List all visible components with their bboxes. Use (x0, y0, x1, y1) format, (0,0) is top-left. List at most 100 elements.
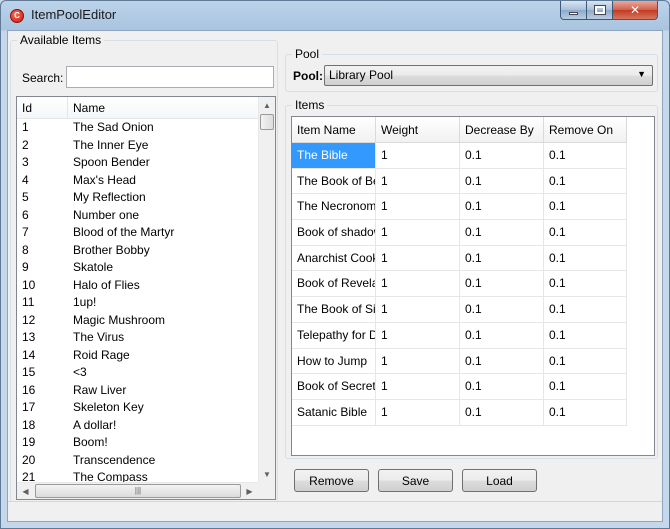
grid-cell-decrease-by[interactable]: 0.1 (460, 143, 544, 169)
minimize-button[interactable] (560, 1, 587, 20)
list-item[interactable]: 14 Roid Rage (17, 347, 259, 365)
maximize-button[interactable] (586, 1, 613, 20)
grid-cell-decrease-by[interactable]: 0.1 (460, 220, 544, 246)
grid-cell-weight[interactable]: 1 (376, 143, 460, 169)
grid-cell-weight[interactable]: 1 (376, 168, 460, 195)
table-row[interactable]: Satanic Bible 1 0.1 0.1 (292, 399, 654, 426)
list-item[interactable]: 3 Spoon Bender (17, 154, 259, 172)
column-header-id[interactable]: Id (17, 97, 68, 119)
title-bar[interactable]: C ItemPoolEditor ✕ (1, 1, 669, 30)
list-item[interactable]: 12 Magic Mushroom (17, 312, 259, 330)
grid-cell-decrease-by[interactable]: 0.1 (460, 271, 544, 298)
grid-cell-decrease-by[interactable]: 0.1 (460, 297, 544, 323)
grid-cell-weight[interactable]: 1 (376, 348, 460, 375)
grid-cell-weight[interactable]: 1 (376, 374, 460, 400)
grid-cell-remove-on[interactable]: 0.1 (544, 220, 627, 246)
horizontal-scroll-thumb[interactable]: ||| (35, 484, 241, 498)
chevron-down-icon[interactable]: ▼ (637, 67, 646, 82)
search-input[interactable] (66, 66, 274, 88)
table-row[interactable]: The Necronomicon10.10.1 (292, 194, 654, 221)
grid-cell-decrease-by[interactable]: 0.1 (460, 374, 544, 400)
grid-cell-remove-on[interactable]: 0.1 (544, 399, 627, 426)
table-row[interactable]: Telepathy for Dummies10.10.1 (292, 322, 654, 349)
table-row[interactable]: The Book of Belial10.10.1 (292, 168, 654, 195)
grid-cell-remove-on[interactable]: 0.1 (544, 143, 627, 169)
table-row[interactable]: The Book of Sin 1 0.1 0.1 (292, 297, 654, 323)
scroll-right-icon[interactable]: ▶ (241, 483, 258, 499)
list-item[interactable]: 8 Brother Bobby (17, 242, 259, 260)
grid-cell-decrease-by[interactable]: 0.1 (460, 322, 544, 349)
list-item[interactable]: 6 Number one (17, 207, 259, 225)
table-row[interactable]: Book of shadows10.10.1 (292, 220, 654, 246)
list-item[interactable]: 4 Max's Head (17, 172, 259, 190)
grid-cell-weight[interactable]: 1 (376, 245, 460, 272)
column-header-remove-on[interactable]: Remove On (544, 117, 627, 143)
grid-cell-remove-on[interactable]: 0.1 (544, 194, 627, 221)
grid-cell-item-name[interactable]: The Book of Sin (292, 297, 376, 323)
table-row[interactable]: The Bible 1 0.1 0.1 (292, 143, 654, 169)
grid-cell-remove-on[interactable]: 0.1 (544, 297, 627, 323)
grid-cell-decrease-by[interactable]: 0.1 (460, 348, 544, 375)
list-item[interactable]: 13 The Virus (17, 329, 259, 347)
grid-cell-decrease-by[interactable]: 0.1 (460, 245, 544, 272)
remove-button[interactable]: Remove (294, 469, 369, 492)
load-button[interactable]: Load (462, 469, 537, 492)
grid-cell-weight[interactable]: 1 (376, 297, 460, 323)
pool-select[interactable]: Library Pool ▼ (324, 65, 653, 86)
grid-cell-decrease-by[interactable]: 0.1 (460, 168, 544, 195)
column-header-item-name[interactable]: Item Name (292, 117, 376, 143)
grid-cell-item-name[interactable]: Book of Secrets (292, 374, 376, 400)
list-item[interactable]: 2 The Inner Eye (17, 137, 259, 155)
grid-cell-remove-on[interactable]: 0.1 (544, 245, 627, 272)
grid-cell-remove-on[interactable]: 0.1 (544, 374, 627, 400)
vertical-scroll-thumb[interactable] (260, 114, 274, 130)
grid-cell-item-name[interactable]: Telepathy for Dummies (292, 322, 376, 349)
save-button[interactable]: Save (378, 469, 453, 492)
table-row[interactable]: Anarchist Cookbook10.10.1 (292, 245, 654, 272)
list-item[interactable]: 7 Blood of the Martyr (17, 224, 259, 242)
grid-cell-weight[interactable]: 1 (376, 220, 460, 246)
list-item[interactable]: 17 Skeleton Key (17, 399, 259, 417)
grid-cell-remove-on[interactable]: 0.1 (544, 168, 627, 195)
grid-cell-item-name[interactable]: Book of shadows (292, 220, 376, 246)
scroll-down-icon[interactable]: ▼ (259, 466, 275, 483)
items-grid[interactable]: Item Name Weight Decrease By Remove On T… (291, 116, 655, 456)
grid-cell-item-name[interactable]: The Book of Belial (292, 168, 376, 195)
grid-cell-remove-on[interactable]: 0.1 (544, 322, 627, 349)
grid-cell-remove-on[interactable]: 0.1 (544, 348, 627, 375)
close-button[interactable]: ✕ (612, 1, 658, 20)
column-header-name[interactable]: Name (68, 97, 259, 119)
list-item[interactable]: 5 My Reflection (17, 189, 259, 207)
list-item[interactable]: 11 1up! (17, 294, 259, 312)
column-header-decrease-by[interactable]: Decrease By (460, 117, 544, 143)
horizontal-scrollbar[interactable]: ◀ ||| ▶ (17, 482, 275, 499)
column-header-weight[interactable]: Weight (376, 117, 460, 143)
grid-cell-item-name[interactable]: The Bible (292, 143, 376, 169)
table-row[interactable]: How to Jump 1 0.1 0.1 (292, 348, 654, 375)
list-item[interactable]: 19 Boom! (17, 434, 259, 452)
app-logo-icon[interactable]: C (10, 9, 24, 23)
list-item[interactable]: 9 Skatole (17, 259, 259, 277)
grid-cell-weight[interactable]: 1 (376, 322, 460, 349)
scroll-left-icon[interactable]: ◀ (17, 483, 34, 499)
list-item[interactable]: 20 Transcendence (17, 452, 259, 470)
grid-cell-decrease-by[interactable]: 0.1 (460, 399, 544, 426)
grid-cell-weight[interactable]: 1 (376, 271, 460, 298)
table-row[interactable]: Book of Secrets 1 0.1 0.1 (292, 374, 654, 400)
grid-cell-remove-on[interactable]: 0.1 (544, 271, 627, 298)
grid-cell-item-name[interactable]: Book of Revelations (292, 271, 376, 298)
grid-cell-item-name[interactable]: Anarchist Cookbook (292, 245, 376, 272)
grid-cell-item-name[interactable]: The Necronomicon (292, 194, 376, 221)
grid-cell-item-name[interactable]: How to Jump (292, 348, 376, 375)
list-item[interactable]: 10 Halo of Flies (17, 277, 259, 295)
table-row[interactable]: Book of Revelations10.10.1 (292, 271, 654, 298)
list-item[interactable]: 18 A dollar! (17, 417, 259, 435)
grid-cell-decrease-by[interactable]: 0.1 (460, 194, 544, 221)
list-item[interactable]: 15 <3 (17, 364, 259, 382)
list-item[interactable]: 1 The Sad Onion (17, 119, 259, 137)
grid-cell-weight[interactable]: 1 (376, 194, 460, 221)
available-items-list[interactable]: Id Name 1 The Sad Onion 2 The Inner Eye 3 Spo… (16, 96, 276, 500)
scroll-up-icon[interactable]: ▲ (259, 97, 275, 114)
vertical-scrollbar[interactable]: ▲ ▼ (258, 97, 275, 483)
grid-cell-item-name[interactable]: Satanic Bible (292, 399, 376, 426)
